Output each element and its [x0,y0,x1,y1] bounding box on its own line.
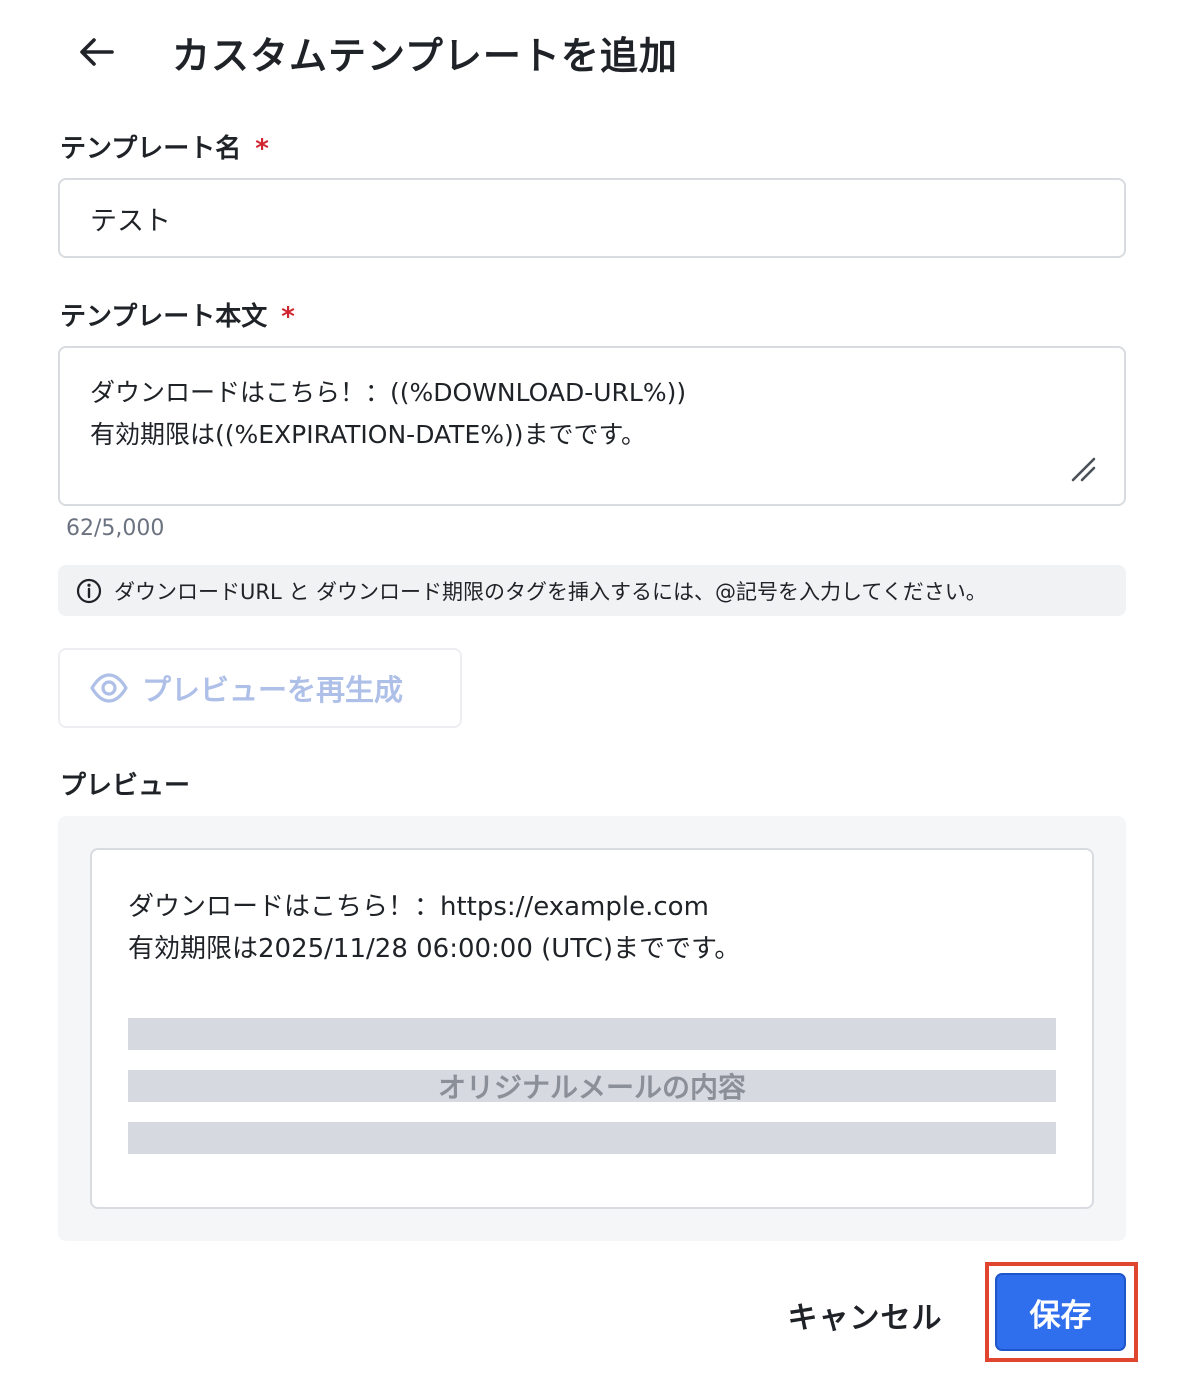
back-button[interactable] [60,22,130,82]
save-button[interactable]: 保存 [995,1273,1126,1351]
template-body-label: テンプレート本文 * [60,296,295,333]
required-mark: * [281,302,295,332]
preview-panel: ダウンロードはこちら！：https://example.com 有効期限は202… [58,816,1126,1241]
required-mark: * [255,134,269,164]
info-icon [76,578,102,603]
tag-hint: ダウンロードURL と ダウンロード期限のタグを挿入するには、@記号を入力してく… [58,565,1126,616]
template-name-label-text: テンプレート名 [60,134,242,164]
character-counter: 62/5,000 [66,516,165,541]
hint-text: ダウンロードURL と ダウンロード期限のタグを挿入するには、@記号を入力してく… [114,579,987,604]
preview-body: ダウンロードはこちら！：https://example.com 有効期限は202… [128,886,740,970]
original-mail-placeholder-bar [128,1122,1056,1154]
original-mail-placeholder-bar [128,1018,1056,1050]
arrow-left-icon [80,38,114,66]
eye-icon [90,673,128,703]
resize-handle-icon[interactable] [1070,456,1096,482]
template-body-line: 有効期限は((%EXPIRATION-DATE%))までです。 [90,420,646,449]
preview-email: ダウンロードはこちら！：https://example.com 有効期限は202… [90,848,1094,1209]
preview-line: 有効期限は2025/11/28 06:00:00 (UTC)までです。 [128,934,741,964]
template-name-label: テンプレート名 * [60,128,269,165]
original-mail-label: オリジナルメールの内容 [437,1071,746,1104]
regenerate-preview-button[interactable]: プレビューを再生成 [58,648,462,728]
cancel-button[interactable]: キャンセル [770,1278,960,1352]
page-header: カスタムテンプレートを追加 [60,22,1120,82]
regenerate-preview-label: プレビューを再生成 [142,673,404,707]
template-body-line: ダウンロードはこちら！：((%DOWNLOAD-URL%)) [90,378,687,407]
template-body-label-text: テンプレート本文 [60,302,268,332]
template-body-textarea[interactable]: ダウンロードはこちら！：((%DOWNLOAD-URL%)) 有効期限は((%E… [58,346,1126,506]
page-title: カスタムテンプレートを追加 [172,33,678,78]
preview-label: プレビュー [60,771,191,801]
preview-line: ダウンロードはこちら！：https://example.com [128,892,709,922]
template-name-input[interactable] [58,178,1126,258]
